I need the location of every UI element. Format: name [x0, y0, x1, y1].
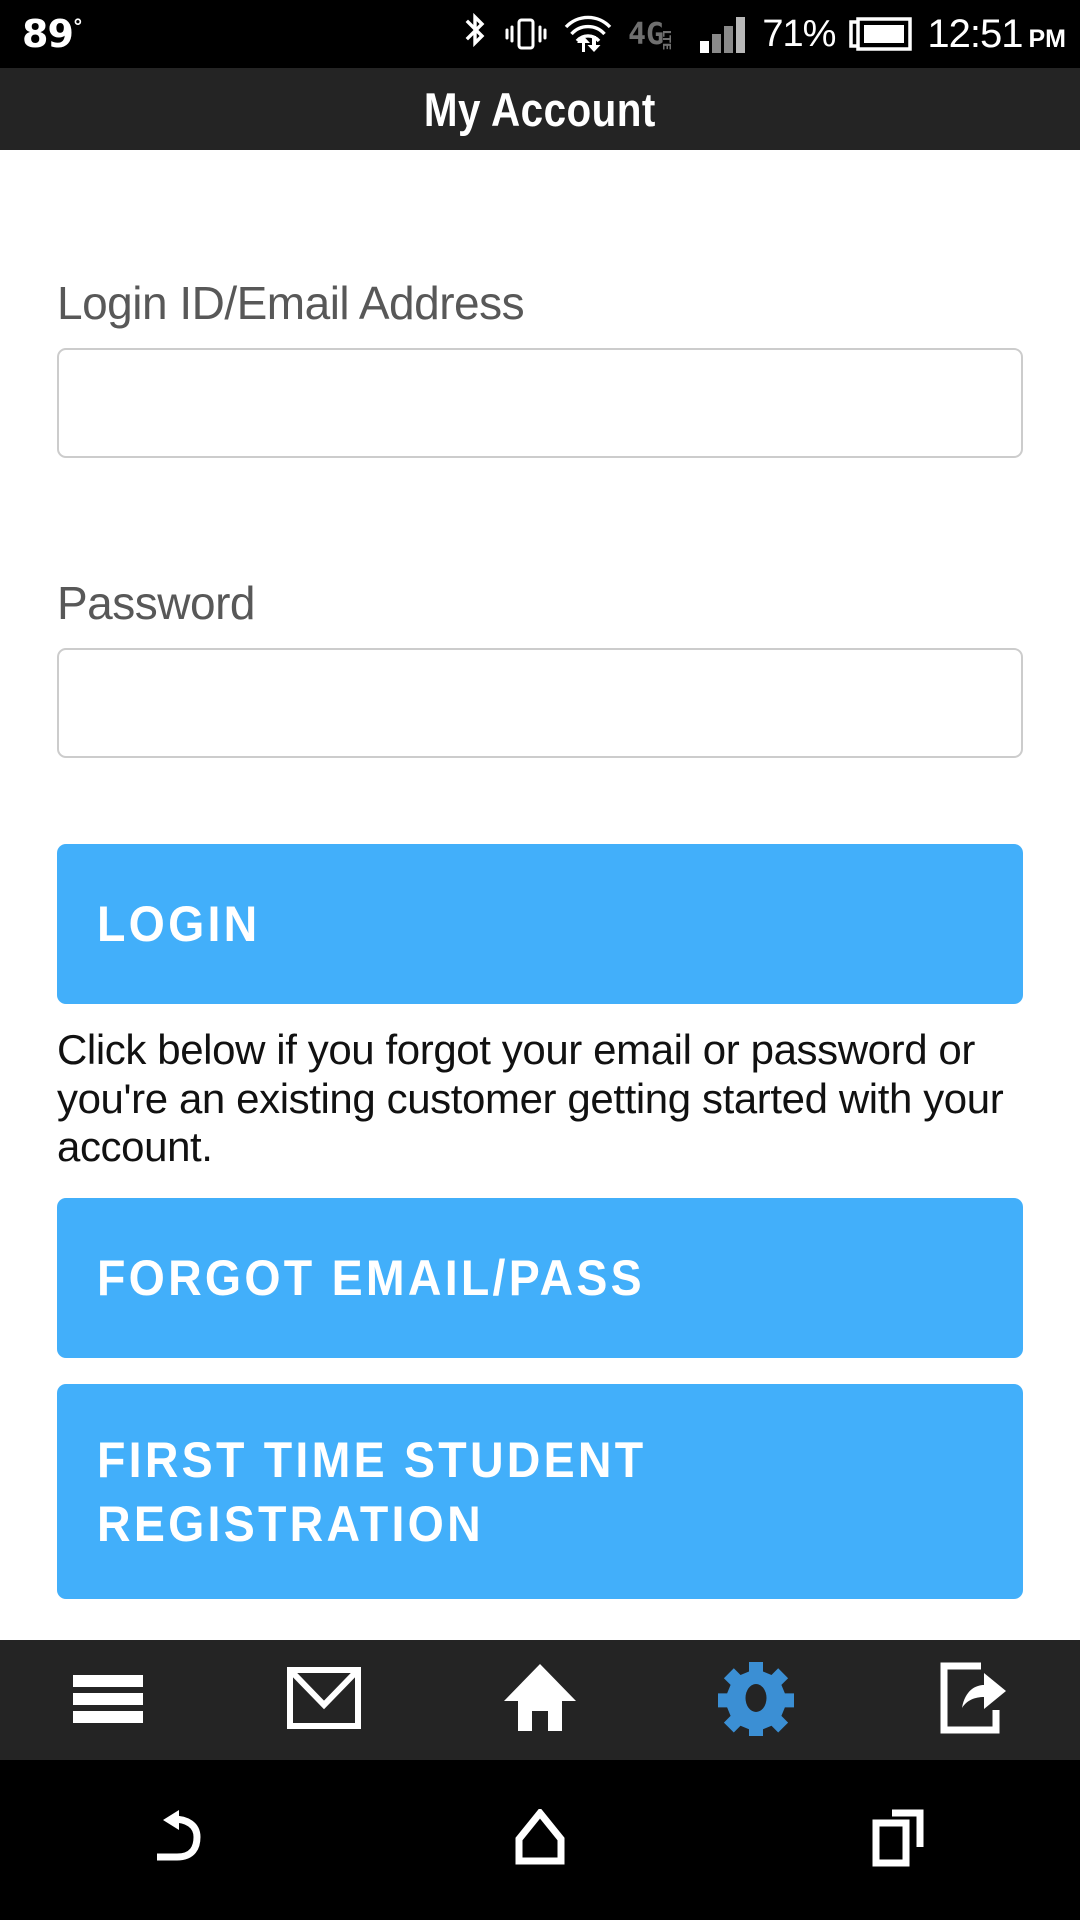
password-input[interactable] [57, 648, 1023, 758]
helper-text: Click below if you forgot your email or … [57, 1026, 1004, 1171]
login-button[interactable]: LOGIN [57, 844, 1023, 1004]
share-icon [934, 1660, 1010, 1740]
clock: 12:51 PM [927, 12, 1066, 57]
hamburger-menu-icon [69, 1667, 147, 1733]
clock-time: 12:51 [927, 11, 1023, 56]
sysnav-recents-button[interactable] [750, 1760, 1050, 1920]
nav-item-mail[interactable] [234, 1640, 414, 1760]
gear-icon [717, 1660, 795, 1740]
nav-item-menu[interactable] [18, 1640, 198, 1760]
login-button-label: LOGIN [97, 896, 261, 952]
wifi-transfer-icon [562, 10, 614, 58]
temperature-value: 89 [22, 12, 74, 56]
recents-squares-icon [870, 1809, 930, 1871]
phone-screen: 89° 4G LTE 71% 12:51 PM My Account Login… [0, 0, 1080, 1920]
first-time-student-registration-label: FIRST TIME STUDENT REGISTRATION [97, 1432, 647, 1553]
sysnav-home-button[interactable] [390, 1760, 690, 1920]
page-title: My Account [424, 82, 656, 136]
title-bar: My Account [0, 68, 1080, 150]
nav-item-share[interactable] [882, 1640, 1062, 1760]
temperature-unit: ° [72, 14, 83, 39]
network-sub-text: LTE [660, 30, 673, 50]
battery-icon [849, 14, 913, 54]
main-content: Login ID/Email Address Password LOGIN Cl… [0, 150, 1080, 1640]
home-outline-icon [511, 1807, 569, 1871]
envelope-icon [286, 1664, 362, 1736]
temperature-indicator: 89° [22, 12, 83, 56]
home-icon [500, 1661, 580, 1739]
network-label-text: 4G [628, 17, 664, 52]
bluetooth-icon [460, 12, 490, 56]
signal-bars-icon [698, 13, 748, 55]
sysnav-back-button[interactable] [30, 1760, 330, 1920]
password-label: Password [57, 577, 255, 629]
network-4glte-icon: 4G LTE [628, 14, 684, 54]
back-arrow-icon [149, 1809, 211, 1871]
clock-ampm: PM [1028, 24, 1067, 53]
nav-item-home[interactable] [450, 1640, 630, 1760]
login-id-label: Login ID/Email Address [57, 277, 525, 329]
status-bar: 89° 4G LTE 71% 12:51 PM [0, 0, 1080, 68]
first-time-student-registration-button[interactable]: FIRST TIME STUDENT REGISTRATION [57, 1384, 1023, 1600]
battery-percent-label: 71% [762, 12, 836, 55]
status-bar-icons: 4G LTE 71% 12:51 PM [460, 10, 1080, 58]
forgot-email-pass-label: FORGOT EMAIL/PASS [97, 1250, 645, 1307]
system-nav-bar [0, 1760, 1080, 1920]
vibrate-icon [504, 12, 548, 56]
nav-item-settings[interactable] [666, 1640, 846, 1760]
app-bottom-nav [0, 1640, 1080, 1760]
forgot-email-pass-button[interactable]: FORGOT EMAIL/PASS [57, 1198, 1023, 1359]
login-id-input[interactable] [57, 348, 1023, 458]
